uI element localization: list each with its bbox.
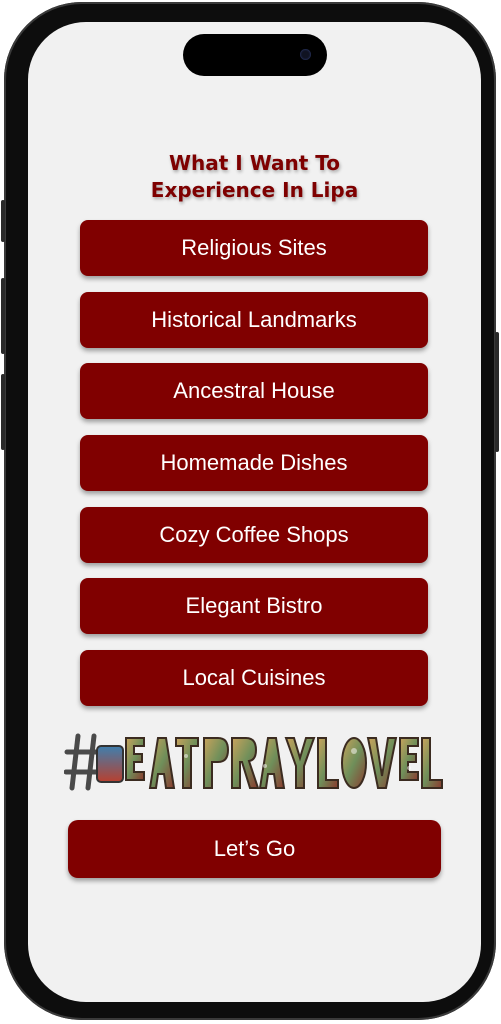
option-elegant-bistro[interactable]: Elegant Bistro [80,578,428,634]
page-title: What I Want To Experience In Lipa [150,151,359,202]
option-ancestral-house[interactable]: Ancestral House [80,363,428,419]
volume-down-button [1,374,5,450]
action-button [1,200,5,242]
dynamic-island [183,34,327,76]
lets-go-button[interactable]: Let’s Go [68,820,441,878]
option-cozy-coffee-shops[interactable]: Cozy Coffee Shops [80,507,428,563]
option-local-cuisines[interactable]: Local Cuisines [80,650,428,706]
volume-up-button [1,278,5,354]
option-homemade-dishes[interactable]: Homemade Dishes [80,435,428,491]
option-historical-landmarks[interactable]: Historical Landmarks [80,292,428,348]
phone-frame: What I Want To Experience In Lipa Religi… [1,2,499,1020]
camera-icon [300,49,311,60]
hashtag-logo-icon [63,726,444,796]
power-button [495,332,499,452]
option-religious-sites[interactable]: Religious Sites [80,220,428,276]
app-screen: What I Want To Experience In Lipa Religi… [28,22,481,1002]
